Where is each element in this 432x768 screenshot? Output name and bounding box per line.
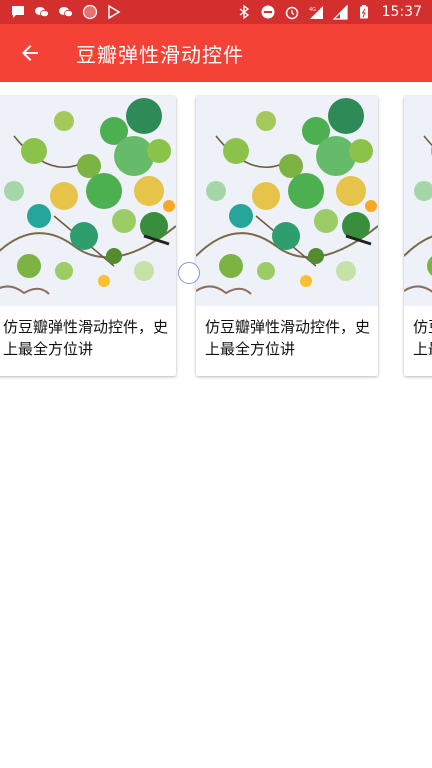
signal-4g-icon: 4G [308, 4, 324, 20]
drag-handle-indicator[interactable] [178, 262, 200, 284]
do-not-disturb-icon [260, 4, 276, 20]
arrow-left-icon [18, 41, 42, 65]
card-image [404, 96, 432, 306]
status-bar: 4G 15:37 [0, 0, 432, 24]
status-time: 15:37 [381, 4, 422, 20]
play-store-icon [106, 4, 122, 20]
network-label: 4G [309, 7, 316, 13]
elastic-carousel[interactable]: 仿豆瓣弹性滑动控件，史上最全方位讲 仿豆瓣弹性滑动控件，史上最全方位讲 仿豆瓣弹… [0, 82, 432, 392]
carousel-card[interactable]: 仿豆瓣弹性滑动控件，史上最全方位讲 [0, 96, 176, 376]
page-title: 豆瓣弹性滑动控件 [76, 42, 244, 67]
signal-icon [332, 4, 348, 20]
card-image [0, 96, 176, 306]
status-bar-right: 4G 15:37 [236, 4, 422, 20]
wechat-icon [34, 4, 50, 20]
carousel-card[interactable]: 仿豆瓣弹性滑动控件，史上最全方位讲 [196, 96, 378, 376]
carousel-card[interactable]: 仿豆瓣弹性滑动控件，史上最全方位讲 [404, 96, 432, 376]
back-button[interactable] [16, 39, 44, 67]
chat-bubble-icon [10, 4, 26, 20]
status-bar-left [10, 4, 122, 20]
card-title: 仿豆瓣弹性滑动控件，史上最全方位讲 [413, 318, 432, 358]
alarm-icon [284, 4, 300, 20]
wechat-icon [58, 4, 74, 20]
bluetooth-icon [236, 4, 252, 20]
record-icon [82, 4, 98, 20]
battery-icon [356, 4, 372, 20]
card-title: 仿豆瓣弹性滑动控件，史上最全方位讲 [205, 318, 371, 358]
card-image [196, 96, 378, 306]
card-title: 仿豆瓣弹性滑动控件，史上最全方位讲 [3, 318, 169, 358]
toolbar: 豆瓣弹性滑动控件 [0, 24, 432, 82]
